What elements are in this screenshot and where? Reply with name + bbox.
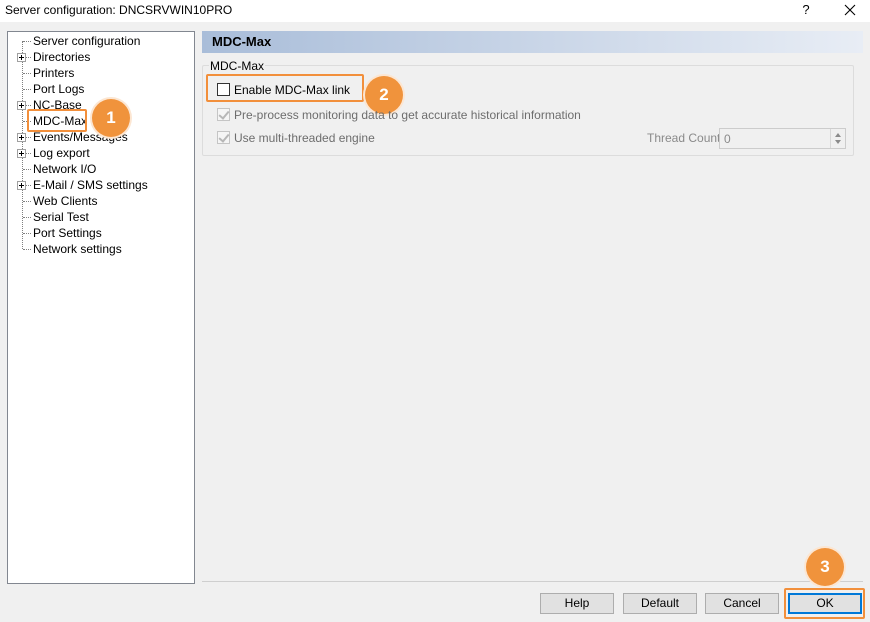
tree-item-email-sms-settings[interactable]: E-Mail / SMS settings [8, 177, 194, 193]
callout-badge-3: 3 [806, 548, 844, 586]
page-header: MDC-Max [202, 31, 863, 53]
title-bar: Server configuration: DNCSRVWIN10PRO ? [0, 0, 870, 22]
cancel-button[interactable]: Cancel [705, 593, 779, 614]
tree-item-web-clients[interactable]: Web Clients [8, 193, 194, 209]
window-title: Server configuration: DNCSRVWIN10PRO [5, 3, 233, 17]
tree-item-server-configuration[interactable]: Server configuration [8, 33, 194, 49]
tree-item-port-settings[interactable]: Port Settings [8, 225, 194, 241]
footer-divider [202, 581, 863, 582]
help-title-button[interactable]: ? [799, 2, 813, 18]
expand-plus-icon[interactable] [17, 149, 26, 158]
tree-item-label: Network settings [33, 242, 122, 256]
spin-buttons[interactable] [830, 129, 845, 148]
tree-item-network-settings[interactable]: Network settings [8, 241, 194, 257]
preprocess-label[interactable]: Pre-process monitoring data to get accur… [234, 108, 581, 122]
tree-item-label: Port Settings [33, 226, 102, 240]
tree-item-port-logs[interactable]: Port Logs [8, 81, 194, 97]
tree-item-label: Directories [33, 50, 91, 64]
tree-item-label: Web Clients [33, 194, 98, 208]
preprocess-checkbox[interactable] [217, 108, 230, 121]
tree-item-label: Serial Test [33, 210, 89, 224]
enable-mdc-max-link-checkbox[interactable] [217, 83, 230, 96]
thread-count-label: Thread Count: [647, 131, 724, 145]
expand-plus-icon[interactable] [17, 101, 26, 110]
tree-item-label: Log export [33, 146, 90, 160]
tree-item-serial-test[interactable]: Serial Test [8, 209, 194, 225]
tree-item-label: Server configuration [33, 34, 141, 48]
expand-plus-icon[interactable] [17, 133, 26, 142]
ok-button[interactable]: OK [788, 593, 862, 614]
tree-item-label: E-Mail / SMS settings [33, 178, 148, 192]
tree-line [23, 249, 31, 250]
multithread-checkbox[interactable] [217, 131, 230, 144]
tree-item-label: Port Logs [33, 82, 85, 96]
tree-item-printers[interactable]: Printers [8, 65, 194, 81]
thread-count-stepper[interactable]: 0 [719, 128, 846, 149]
tree-line [23, 89, 31, 90]
spin-up-icon[interactable] [835, 133, 841, 137]
tree-line [23, 217, 31, 218]
tree-line [23, 169, 31, 170]
spin-down-icon[interactable] [835, 140, 841, 144]
expand-plus-icon[interactable] [17, 53, 26, 62]
tree-line [23, 201, 31, 202]
close-icon[interactable] [840, 0, 860, 20]
tree-line [23, 73, 31, 74]
thread-count-value: 0 [724, 132, 731, 146]
help-button[interactable]: Help [540, 593, 614, 614]
tree-item-network-io[interactable]: Network I/O [8, 161, 194, 177]
callout-badge-1: 1 [92, 99, 130, 137]
tree-item-directories[interactable]: Directories [8, 49, 194, 65]
tree-line [23, 233, 31, 234]
tree-item-label: Printers [33, 66, 75, 80]
default-button[interactable]: Default [623, 593, 697, 614]
expand-plus-icon[interactable] [17, 181, 26, 190]
multithread-label[interactable]: Use multi-threaded engine [234, 131, 375, 145]
enable-mdc-max-link-label[interactable]: Enable MDC-Max link [234, 83, 350, 97]
tree-item-label: Network I/O [33, 162, 97, 176]
page-title: MDC-Max [212, 34, 272, 49]
groupbox-title: MDC-Max [209, 59, 265, 73]
callout-highlight-mdc-max [27, 109, 87, 132]
tree-line [23, 41, 31, 42]
tree-item-log-export[interactable]: Log export [8, 145, 194, 161]
